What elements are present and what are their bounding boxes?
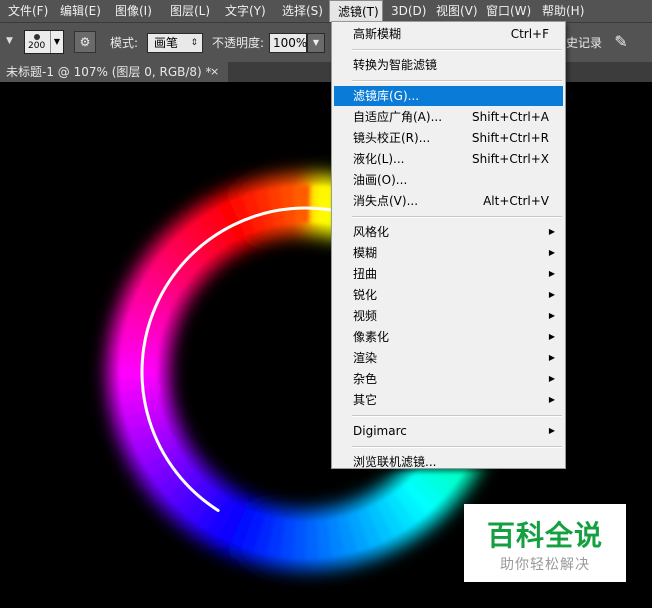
filter-menu-item-label: 渲染 [353,351,378,365]
filter-menu-item[interactable]: 风格化 ▶ [334,222,563,242]
opacity-label: 不透明度: [212,36,265,50]
menu-item-1[interactable]: 编辑(E) [52,0,107,22]
tool-preset-caret-icon[interactable]: ▼ [6,36,13,46]
filter-menu-item-label: 模糊 [353,246,378,260]
brush-size-value: 200 [28,41,46,51]
menu-item-5[interactable]: 选择(S) [274,0,329,22]
filter-menu-item-label: 转换为智能滤镜 [353,58,438,72]
filter-menu-item[interactable]: 自适应广角(A)... Shift+Ctrl+A [334,107,563,127]
menu-item-6[interactable]: 滤镜(T) [329,0,383,22]
filter-menu-item-label: 镜头校正(R)... [353,131,431,145]
filter-menu-item-label: 消失点(V)... [353,194,419,208]
filter-menu-item-label: 锐化 [353,288,378,302]
filter-menu-item-label: Digimarc [353,424,407,438]
watermark-title: 百科全说 [486,519,603,552]
filter-menu-item[interactable]: 转换为智能滤镜 [334,55,563,75]
filter-menu-item-shortcut: Shift+Ctrl+A [472,110,549,124]
history-label: 史记录 [566,36,603,50]
filter-menu-item[interactable]: 浏览联机滤镜... [334,452,563,472]
filter-menu-item-label: 自适应广角(A)... [353,110,443,124]
filter-menu-item-shortcut: Alt+Ctrl+V [483,194,549,208]
menu-item-9[interactable]: 窗口(W) [478,0,534,22]
brush-tip-icon [34,34,40,40]
opacity-dropdown-button[interactable]: ▼ [307,33,325,53]
filter-menu-item-label: 滤镜库(G)... [353,89,420,103]
menu-bar: 文件(F) 编辑(E) 图像(I) 图层(L) 文字(Y) 选择(S) 滤镜(T) 3D(D)… [0,0,652,22]
submenu-arrow-icon: ▶ [548,227,555,236]
submenu-arrow-icon: ▶ [548,332,555,341]
filter-menu-item[interactable]: 油画(O)... [334,170,563,190]
filter-menu-item-label: 其它 [353,393,378,407]
updown-arrow-icon: ⇕ [190,38,198,48]
menu-item-4[interactable]: 文字(Y) [217,0,274,22]
submenu-arrow-icon: ▶ [548,395,555,404]
submenu-arrow-icon: ▶ [548,248,555,257]
menu-item-2[interactable]: 图像(I) [107,0,162,22]
watermark-logo: 百科全说 助你轻松解决 [464,504,626,582]
filter-menu-item-label: 视频 [353,309,378,323]
filter-menu-item-label: 油画(O)... [353,173,408,187]
filter-menu-item[interactable]: 其它 ▶ [334,390,563,410]
menu-separator [352,49,562,51]
menu-item-0[interactable]: 文件(F) [0,0,52,22]
menu-separator [352,415,562,417]
submenu-arrow-icon: ▶ [548,290,555,299]
document-tab[interactable]: 未标题-1 @ 107% (图层 0, RGB/8) * × [0,62,228,82]
filter-menu-item[interactable]: 滤镜库(G)... [334,86,563,106]
filter-menu-item-label: 风格化 [353,225,390,239]
filter-menu-item[interactable]: 渲染 ▶ [334,348,563,368]
filter-menu-item-label: 浏览联机滤镜... [353,455,437,469]
filter-menu-item-label: 像素化 [353,330,390,344]
filter-menu-item-label: 液化(L)... [353,152,405,166]
filter-menu-item-label: 高斯模糊 [353,27,402,41]
filter-menu-item[interactable]: 液化(L)... Shift+Ctrl+X [334,149,563,169]
close-icon[interactable]: × [210,62,219,82]
submenu-arrow-icon: ▶ [548,353,555,362]
filter-menu-item[interactable]: 模糊 ▶ [334,243,563,263]
menu-separator [352,80,562,82]
filter-dropdown-menu: 高斯模糊 Ctrl+F 转换为智能滤镜 滤镜库(G)... 自适应广角(A)... Shi… [331,21,566,469]
menu-item-8[interactable]: 视图(V) [428,0,478,22]
filter-menu-item-shortcut: Shift+Ctrl+X [472,152,549,166]
submenu-arrow-icon: ▶ [548,269,555,278]
chevron-down-icon[interactable]: ▼ [50,31,63,53]
submenu-arrow-icon: ▶ [548,311,555,320]
filter-menu-item[interactable]: 视频 ▶ [334,306,563,326]
filter-menu-item[interactable]: Digimarc ▶ [334,421,563,441]
airbrush-icon[interactable]: ✎ [610,31,632,53]
mode-select[interactable]: 画笔 ⇕ [147,33,203,53]
menu-separator [352,446,562,448]
brush-preset-picker[interactable]: 200 ▼ [24,30,64,54]
filter-menu-item[interactable]: 像素化 ▶ [334,327,563,347]
filter-menu-item-label: 杂色 [353,372,378,386]
submenu-arrow-icon: ▶ [548,374,555,383]
menu-item-3[interactable]: 图层(L) [162,0,217,22]
filter-menu-item[interactable]: 锐化 ▶ [334,285,563,305]
mode-value: 画笔 [154,36,179,50]
mode-label: 模式: [110,36,139,50]
document-tab-title: 未标题-1 @ 107% (图层 0, RGB/8) * [6,65,212,79]
filter-menu-item[interactable]: 杂色 ▶ [334,369,563,389]
menu-separator [352,216,562,218]
menu-item-7[interactable]: 3D(D) [383,0,428,22]
submenu-arrow-icon: ▶ [548,426,555,435]
filter-menu-item-shortcut: Ctrl+F [510,27,549,41]
filter-menu-item-shortcut: Shift+Ctrl+R [471,131,549,145]
opacity-input[interactable]: 100% [269,33,307,53]
filter-menu-item-label: 扭曲 [353,267,378,281]
filter-menu-item[interactable]: 镜头校正(R)... Shift+Ctrl+R [334,128,563,148]
toggle-brush-panel-icon[interactable]: ⚙ [74,31,96,53]
filter-menu-item[interactable]: 消失点(V)... Alt+Ctrl+V [334,191,563,211]
filter-menu-item[interactable]: 扭曲 ▶ [334,264,563,284]
watermark-subtitle: 助你轻松解决 [500,557,590,573]
filter-menu-item[interactable]: 高斯模糊 Ctrl+F [334,24,563,44]
opacity-value: 100% [273,36,308,50]
menu-item-10[interactable]: 帮助(H) [534,0,584,22]
